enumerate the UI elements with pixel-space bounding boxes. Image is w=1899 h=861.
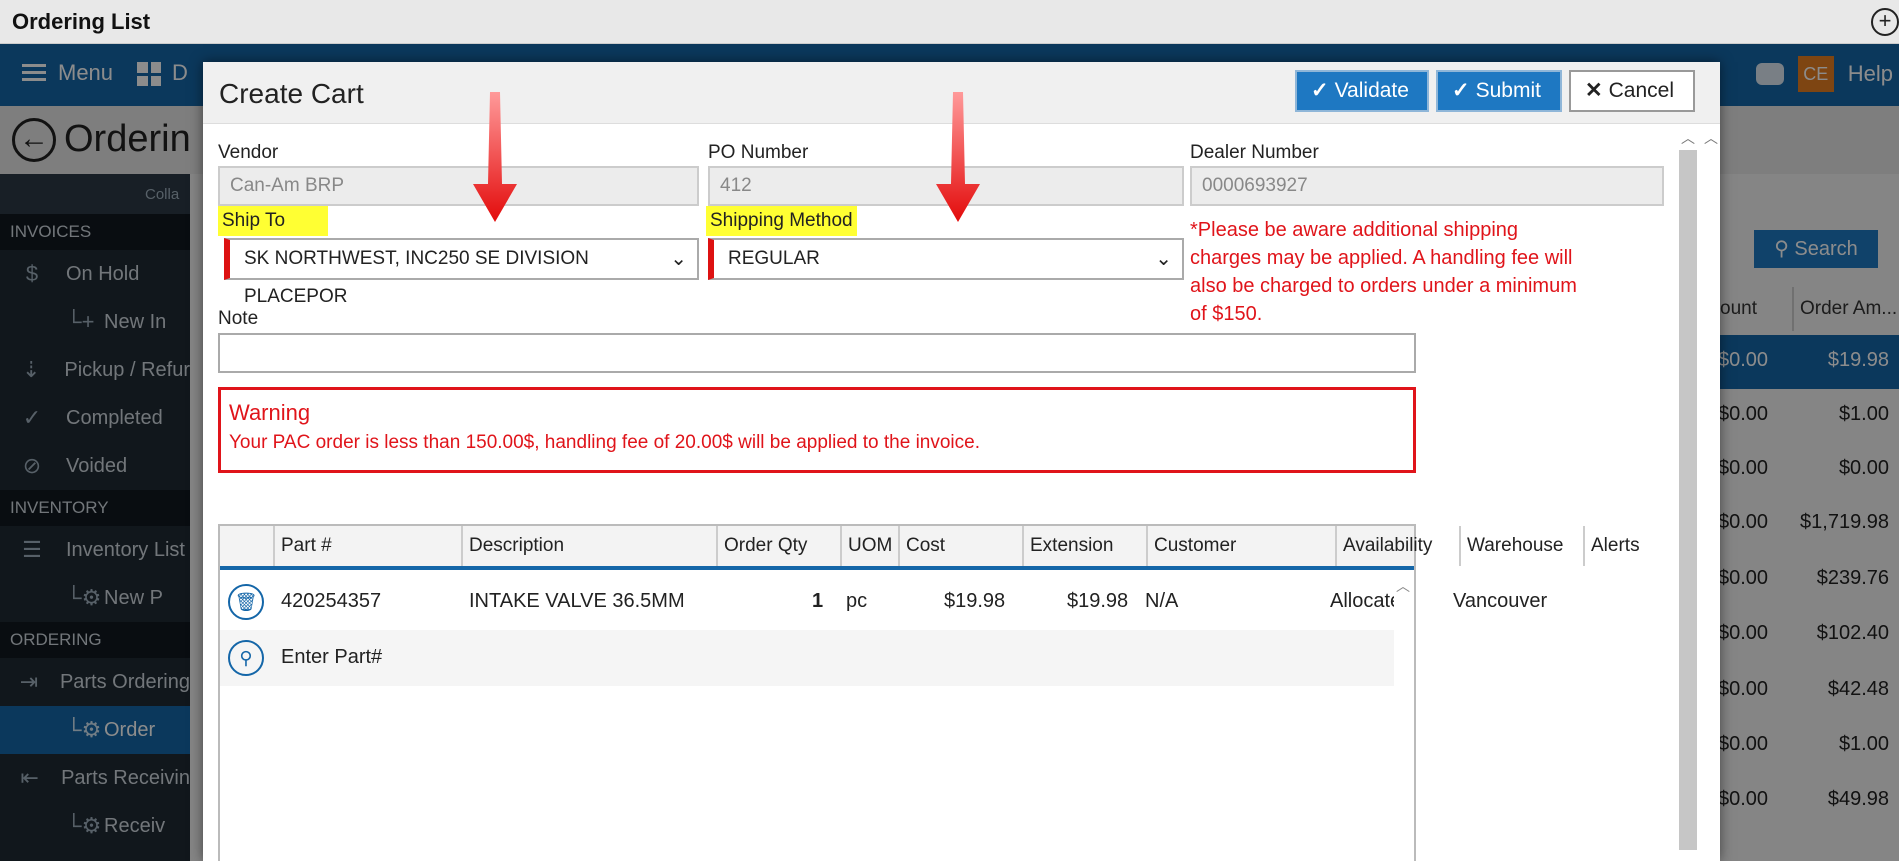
chevron-up-icon[interactable]: ︿ [1704, 128, 1718, 148]
validate-button[interactable]: ✓ Validate [1295, 70, 1429, 112]
column-header-availability[interactable]: Availability [1337, 526, 1461, 566]
cancel-label: Cancel [1608, 79, 1674, 102]
cell-description: INTAKE VALVE 36.5MM [469, 590, 685, 612]
close-icon: ✕ [1585, 79, 1603, 102]
warning-title: Warning [229, 400, 311, 425]
red-arrow-icon [936, 92, 980, 222]
cell-warehouse: Vancouver [1453, 590, 1548, 612]
column-header-extension[interactable]: Extension [1024, 526, 1148, 566]
vendor-field: Can-Am BRP [218, 166, 699, 206]
grid-header: Part # Description Order Qty UOM Cost Ex… [220, 526, 1640, 570]
grid-scrollbar[interactable]: ︿ [1394, 574, 1414, 861]
cell-cost: $19.98 [944, 590, 1006, 612]
dealer-number-label: Dealer Number [1190, 142, 1319, 163]
column-header-order-qty[interactable]: Order Qty [718, 526, 842, 566]
window-title: Ordering List [12, 9, 151, 34]
cart-grid: Part # Description Order Qty UOM Cost Ex… [218, 524, 1640, 861]
red-arrow-icon [473, 92, 517, 222]
warning-box: Warning Your PAC order is less than 150.… [218, 387, 1416, 473]
validate-label: Validate [1334, 79, 1409, 102]
dialog-title: Create Cart [219, 78, 364, 109]
check-icon: ✓ [1452, 79, 1470, 102]
trash-icon[interactable]: 🗑 [228, 584, 264, 620]
create-cart-dialog: Create Cart ✓ Validate ✓ Submit ✕ Cancel Ve… [203, 62, 1720, 861]
column-header-uom[interactable]: UOM [842, 526, 900, 566]
shipping-method-label: Shipping Method [706, 206, 857, 236]
note-label: Note [218, 308, 259, 329]
chevron-down-icon: ⌄ [1155, 248, 1172, 270]
submit-label: Submit [1475, 79, 1541, 102]
vendor-label: Vendor [218, 142, 279, 163]
po-number-label: PO Number [708, 142, 809, 163]
submit-button[interactable]: ✓ Submit [1436, 70, 1562, 112]
check-icon: ✓ [1311, 79, 1329, 102]
ship-to-select[interactable]: SK NORTHWEST, INC250 SE DIVISION PLACEPO… [224, 238, 699, 307]
column-header-alerts[interactable]: Alerts [1585, 526, 1661, 566]
shipping-method-value: REGULAR [728, 248, 820, 269]
dealer-number-field: 0000693927 [1190, 166, 1664, 206]
chevron-down-icon: ⌄ [670, 248, 687, 270]
part-entry-input[interactable]: Enter Part# [281, 646, 382, 669]
ship-to-label: Ship To [218, 206, 328, 236]
warning-message: Your PAC order is less than 150.00$, han… [229, 432, 981, 453]
shipping-method-select[interactable]: REGULAR ⌄ [708, 238, 1184, 280]
table-row[interactable]: 🗑 420254357 INTAKE VALVE 36.5MM 1 pc $19… [220, 574, 1547, 630]
chevron-up-icon[interactable]: ︿ [1681, 128, 1695, 148]
cell-extension: $19.98 [1067, 590, 1129, 612]
column-header-part[interactable]: Part # [275, 526, 463, 566]
dialog-scrollbar[interactable]: ︿ [1677, 124, 1699, 861]
column-header-warehouse[interactable]: Warehouse [1461, 526, 1585, 566]
search-icon[interactable]: ⚲ [228, 640, 264, 676]
scrollbar-thumb[interactable] [1679, 150, 1697, 850]
window-titlebar: Ordering List + [0, 0, 1899, 44]
column-header-description[interactable]: Description [463, 526, 718, 566]
cancel-button[interactable]: ✕ Cancel [1569, 70, 1695, 112]
column-header-action [220, 526, 275, 566]
entry-row[interactable]: ⚲ Enter Part# [220, 630, 1394, 686]
shipping-notice: *Please be aware additional shipping cha… [1190, 219, 1577, 325]
column-header-customer[interactable]: Customer [1148, 526, 1337, 566]
add-window-button[interactable]: + [1871, 8, 1899, 36]
cell-part: 420254357 [281, 590, 382, 612]
cell-customer: N/A [1145, 590, 1179, 612]
cell-order-qty[interactable]: 1 [812, 590, 823, 613]
column-header-cost[interactable]: Cost [900, 526, 1024, 566]
chevron-up-icon[interactable]: ︿ [1396, 576, 1410, 596]
dialog-scrollbar-outer[interactable]: ︿ [1701, 124, 1720, 861]
cell-uom: pc [846, 590, 868, 612]
note-input[interactable] [218, 333, 1416, 373]
ship-to-value: SK NORTHWEST, INC250 SE DIVISION PLACEPO… [244, 248, 589, 307]
